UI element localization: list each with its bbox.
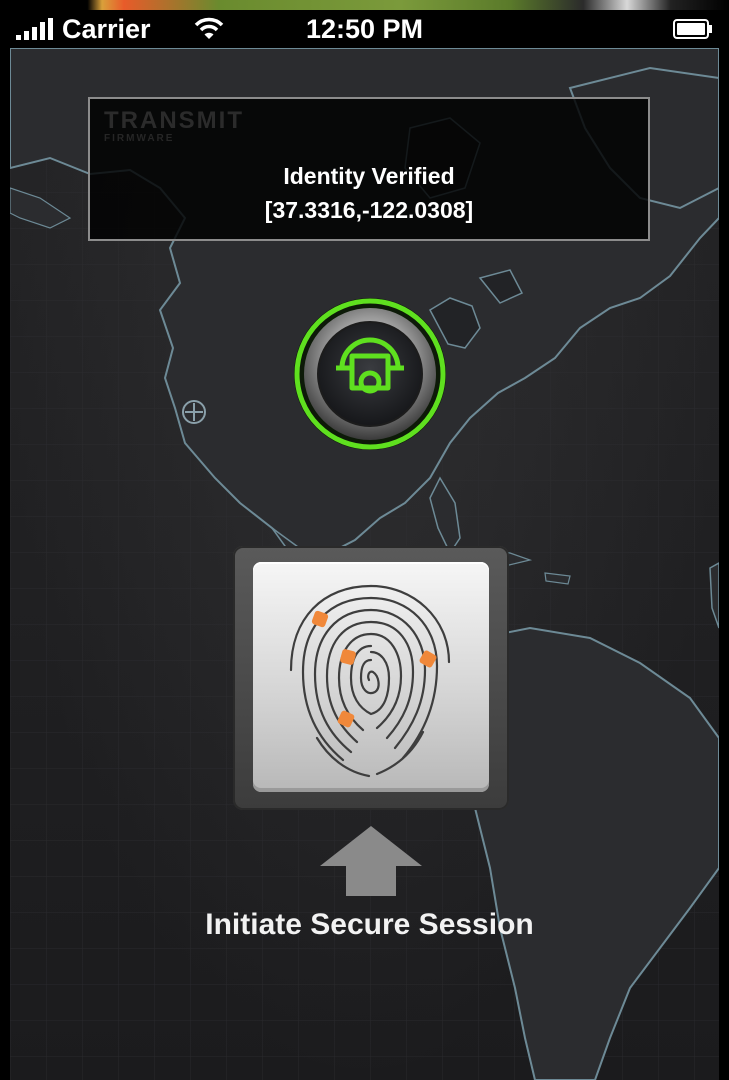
arrow-up-icon bbox=[320, 826, 422, 896]
initiate-session-label[interactable]: Initiate Secure Session bbox=[0, 908, 729, 942]
device-lock-button[interactable] bbox=[292, 296, 448, 452]
crosshair-icon bbox=[182, 400, 206, 424]
status-time: 12:50 PM bbox=[305, 14, 424, 44]
top-artwork-strip bbox=[0, 0, 729, 10]
device-lock-icon bbox=[294, 298, 446, 450]
fingerprint-icon bbox=[289, 584, 451, 778]
location-coordinates: [37.3316,-122.0308] bbox=[264, 197, 474, 223]
identity-status: Identity Verified bbox=[283, 163, 455, 189]
identity-panel: TRANSMIT FIRMWARE Identity Verified [37.… bbox=[88, 97, 650, 241]
fingerprint-button[interactable] bbox=[253, 562, 489, 792]
left-bezel bbox=[0, 0, 10, 1080]
fingerprint-frame bbox=[233, 546, 509, 810]
brand-subtitle: FIRMWARE bbox=[104, 133, 175, 144]
status-bar: Carrier 12:50 PM bbox=[0, 10, 729, 48]
right-bezel bbox=[719, 0, 729, 1080]
brand-logo: TRANSMIT bbox=[104, 107, 244, 134]
battery-icon bbox=[673, 19, 712, 39]
